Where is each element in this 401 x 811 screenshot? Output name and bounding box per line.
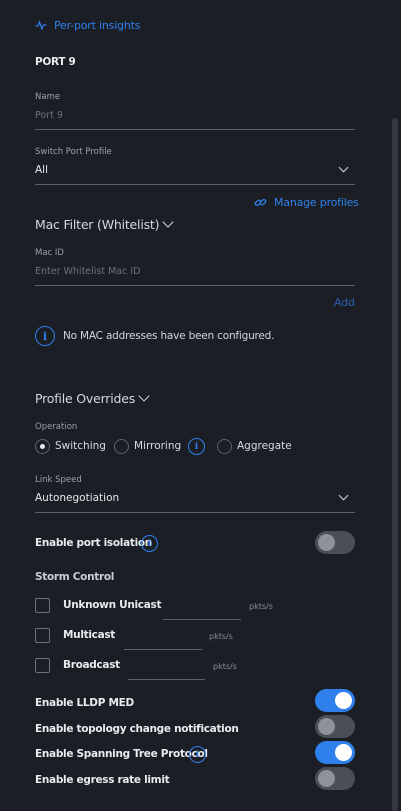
- insights-link[interactable]: Per-port insights: [35, 17, 140, 33]
- activity-icon: [35, 20, 47, 31]
- name-input-underline: [35, 129, 355, 130]
- mac-filter-title[interactable]: Mac Filter (Whitelist): [35, 217, 159, 232]
- profile-select-underline: [35, 184, 355, 185]
- broadcast-label[interactable]: Broadcast: [63, 659, 120, 671]
- broadcast-unit: pkts/s: [213, 662, 237, 671]
- port-settings-panel: Per-port insights PORT 9 Name Port 9 Swi…: [0, 0, 401, 811]
- port-title: PORT 9: [35, 56, 76, 68]
- mac-id-input[interactable]: Enter Whitelist Mac ID: [35, 266, 355, 277]
- radio-switching[interactable]: [35, 439, 50, 454]
- no-mac-message: No MAC addresses have been configured.: [63, 330, 275, 342]
- broadcast-input[interactable]: [128, 679, 205, 680]
- link-icon: [254, 198, 267, 206]
- mac-id-label: Mac ID: [35, 248, 64, 258]
- egress-rate-limit-toggle[interactable]: [315, 767, 355, 790]
- spanning-tree-info-icon[interactable]: i: [189, 746, 206, 763]
- spanning-tree-toggle[interactable]: [315, 741, 355, 764]
- port-isolation-toggle[interactable]: [315, 531, 355, 554]
- unknown-unicast-label[interactable]: Unknown Unicast: [63, 599, 161, 611]
- link-speed-select[interactable]: Autonegotiation: [35, 492, 355, 504]
- egress-rate-limit-label: Enable egress rate limit: [35, 774, 170, 786]
- radio-mirroring[interactable]: [114, 439, 129, 454]
- insights-link-label: Per-port insights: [54, 18, 141, 32]
- mac-id-underline: [35, 285, 355, 286]
- port-isolation-label: Enable port isolation: [35, 537, 152, 549]
- add-mac-button[interactable]: Add: [334, 296, 355, 309]
- manage-profiles-link[interactable]: Manage profiles: [254, 195, 359, 209]
- topology-change-label: Enable topology change notification: [35, 723, 239, 735]
- radio-aggregate[interactable]: [217, 439, 232, 454]
- mirroring-info-icon[interactable]: i: [188, 438, 205, 455]
- mac-filter-chevron-down-icon[interactable]: [162, 216, 174, 228]
- unknown-unicast-input[interactable]: [163, 619, 241, 620]
- link-speed-label: Link Speed: [35, 475, 82, 485]
- topology-change-toggle[interactable]: [315, 715, 355, 738]
- unknown-unicast-unit: pkts/s: [249, 602, 273, 611]
- profile-overrides-chevron-down-icon[interactable]: [138, 390, 150, 402]
- radio-switching-label[interactable]: Switching: [55, 440, 106, 452]
- scrollbar-thumb[interactable]: [392, 118, 398, 811]
- multicast-checkbox[interactable]: [35, 628, 50, 643]
- profile-overrides-title[interactable]: Profile Overrides: [35, 391, 135, 406]
- profile-label: Switch Port Profile: [35, 147, 112, 157]
- link-speed-underline: [35, 512, 355, 513]
- name-label: Name: [35, 92, 61, 102]
- storm-control-title: Storm Control: [35, 571, 115, 583]
- spanning-tree-label: Enable Spanning Tree Protocol: [35, 748, 208, 760]
- name-input[interactable]: Port 9: [35, 110, 355, 121]
- broadcast-checkbox[interactable]: [35, 658, 50, 673]
- port-isolation-info-icon[interactable]: i: [141, 535, 158, 552]
- unknown-unicast-checkbox[interactable]: [35, 598, 50, 613]
- multicast-label[interactable]: Multicast: [63, 629, 115, 641]
- radio-aggregate-label[interactable]: Aggregate: [237, 440, 292, 452]
- radio-mirroring-label[interactable]: Mirroring: [134, 440, 181, 452]
- manage-profiles-label: Manage profiles: [274, 195, 359, 209]
- multicast-unit: pkts/s: [209, 632, 233, 641]
- multicast-input[interactable]: [124, 649, 202, 650]
- info-icon: i: [35, 326, 55, 346]
- profile-select[interactable]: All: [35, 164, 355, 176]
- lldp-med-label: Enable LLDP MED: [35, 697, 134, 709]
- operation-label: Operation: [35, 422, 78, 432]
- lldp-med-toggle[interactable]: [315, 689, 355, 712]
